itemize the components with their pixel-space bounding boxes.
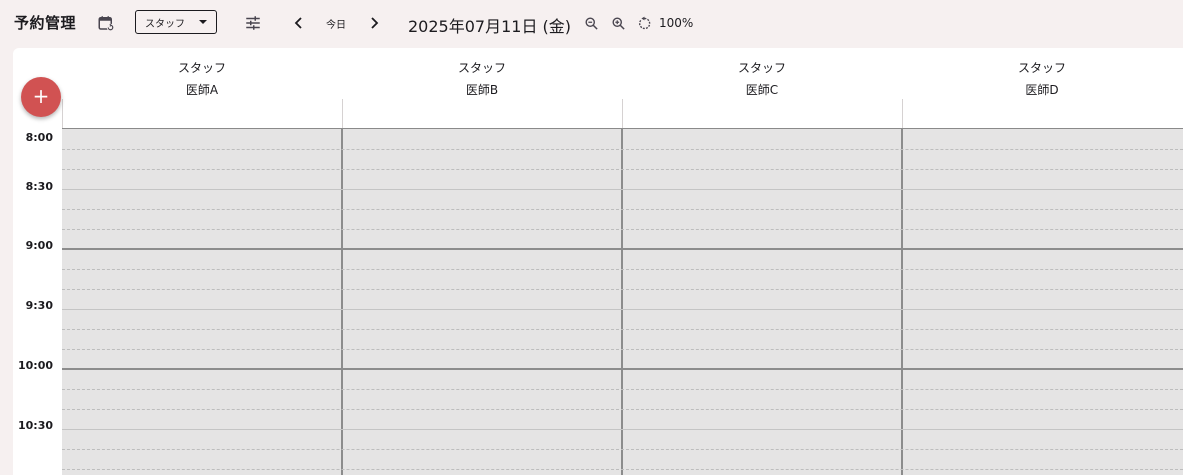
hour-line xyxy=(62,368,1183,370)
column-role: スタッフ xyxy=(457,61,506,75)
column-staff-name: 医師B xyxy=(465,83,499,97)
column-header: スタッフ 医師D xyxy=(902,48,1182,128)
slot-divider xyxy=(62,409,1183,410)
toolbar: 予約管理 スタッフ 今日 2025年07月11日 (金) 100% xyxy=(0,0,1183,48)
column-role: スタッフ xyxy=(737,61,786,75)
column-staff-name: 医師C xyxy=(745,83,779,97)
column-divider xyxy=(902,99,903,128)
column-divider xyxy=(62,99,63,128)
tune-icon[interactable] xyxy=(243,13,263,33)
column-header: スタッフ 医師C xyxy=(622,48,902,128)
time-label: 9:30 xyxy=(25,299,53,312)
column-divider xyxy=(901,129,903,475)
add-reservation-button[interactable]: + xyxy=(21,77,61,117)
dropdown-caret-icon xyxy=(199,20,207,24)
half-hour-line xyxy=(62,429,1183,430)
column-divider xyxy=(621,129,623,475)
slot-divider xyxy=(62,229,1183,230)
half-hour-line xyxy=(62,309,1183,310)
slot-divider xyxy=(62,269,1183,270)
time-label: 8:30 xyxy=(25,180,53,193)
current-date: 2025年07月11日 (金) xyxy=(408,17,572,36)
slot-divider xyxy=(62,449,1183,450)
slot-divider xyxy=(62,209,1183,210)
zoom-in-icon[interactable] xyxy=(609,14,627,32)
column-divider xyxy=(342,99,343,128)
chevron-right-icon[interactable] xyxy=(366,14,382,32)
slot-divider xyxy=(62,389,1183,390)
zoom-out-icon[interactable] xyxy=(582,14,600,32)
reset-zoom-icon[interactable] xyxy=(635,14,653,32)
today-button[interactable]: 今日 xyxy=(326,16,346,31)
chevron-left-icon[interactable] xyxy=(291,14,307,32)
time-label: 10:00 xyxy=(17,359,53,372)
slot-divider xyxy=(62,169,1183,170)
calendar-sync-icon[interactable] xyxy=(96,13,116,33)
slot-divider xyxy=(62,289,1183,290)
column-header: スタッフ 医師B xyxy=(342,48,622,128)
hour-line xyxy=(62,248,1183,250)
view-select-value: スタッフ xyxy=(145,18,185,30)
column-role: スタッフ xyxy=(177,61,226,75)
column-staff-name: 医師D xyxy=(1025,83,1059,97)
column-role: スタッフ xyxy=(1017,61,1066,75)
column-divider xyxy=(622,99,623,128)
slot-divider xyxy=(62,469,1183,470)
schedule-panel: スタッフ 医師A スタッフ 医師B スタッフ 医師C スタッフ 医師D 8:00… xyxy=(13,48,1183,475)
app-title: 予約管理 xyxy=(14,14,77,32)
column-header: スタッフ 医師A xyxy=(62,48,342,128)
zoom-level: 100% xyxy=(659,16,694,30)
column-divider xyxy=(341,129,343,475)
column-staff-name: 医師A xyxy=(185,83,219,97)
slot-divider xyxy=(62,349,1183,350)
column-header-row: スタッフ 医師A スタッフ 医師B スタッフ 医師C スタッフ 医師D xyxy=(62,48,1183,128)
slot-divider xyxy=(62,329,1183,330)
half-hour-line xyxy=(62,189,1183,190)
view-select[interactable]: スタッフ xyxy=(135,10,217,34)
time-label: 9:00 xyxy=(25,239,53,252)
time-label: 10:30 xyxy=(17,419,53,432)
time-label: 8:00 xyxy=(25,131,53,144)
slot-divider xyxy=(62,149,1183,150)
time-slot-grid[interactable] xyxy=(62,128,1183,475)
